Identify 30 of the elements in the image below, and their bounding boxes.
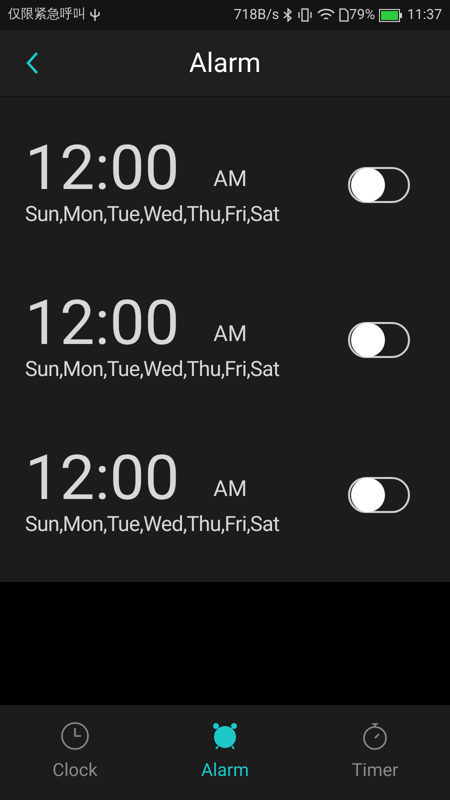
page-title: Alarm	[189, 46, 261, 81]
stopwatch-icon	[360, 721, 390, 751]
alarm-period: AM	[213, 166, 247, 194]
alarm-time: 12:00	[25, 138, 180, 200]
usb-icon	[90, 8, 100, 22]
network-speed: 718B/s	[234, 6, 280, 24]
clock-icon	[60, 721, 90, 751]
alarm-toggle[interactable]	[348, 322, 410, 358]
alarm-toggle[interactable]	[348, 166, 410, 202]
battery-percent: 79%	[349, 6, 376, 24]
clock-time: 11:37	[407, 6, 442, 24]
battery-icon	[379, 8, 404, 22]
sim-card-icon	[339, 8, 350, 22]
tab[interactable]: Timer	[300, 705, 450, 800]
tab[interactable]: Alarm	[150, 705, 300, 800]
wifi-icon	[317, 8, 336, 22]
alarm-toggle[interactable]	[348, 476, 410, 512]
tab[interactable]: Clock	[0, 705, 150, 800]
alarm-days: Sun,Mon,Tue,Wed,Thu,Fri,Sat	[25, 510, 348, 542]
alarm-period: AM	[213, 476, 247, 504]
back-icon	[25, 51, 39, 75]
alarm-days: Sun,Mon,Tue,Wed,Thu,Fri,Sat	[25, 200, 348, 232]
alarm-time: 12:00	[25, 448, 180, 510]
alarm-days: Sun,Mon,Tue,Wed,Thu,Fri,Sat	[25, 354, 348, 386]
alarm-period: AM	[213, 320, 247, 349]
carrier-text: 仅限紧急呼叫	[8, 6, 86, 24]
alarm-clock-icon	[210, 721, 240, 751]
bluetooth-icon	[283, 8, 294, 22]
alarm-time: 12:00	[25, 292, 180, 355]
vibrate-icon	[297, 8, 314, 22]
